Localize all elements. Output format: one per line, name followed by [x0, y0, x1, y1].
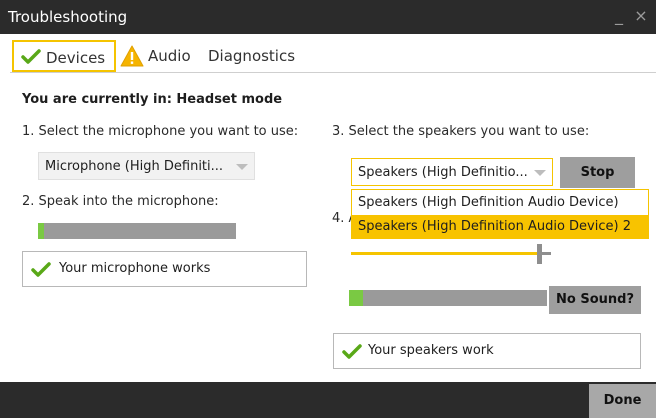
speakers-dropdown[interactable]: Speakers (High Definitio...: [351, 158, 553, 186]
chevron-down-icon: [534, 170, 546, 176]
speakers-option-2[interactable]: Speakers (High Definition Audio Device) …: [352, 215, 648, 239]
volume-slider-rest: [542, 252, 551, 255]
window-title: Troubleshooting: [8, 8, 128, 26]
tab-diagnostics-label: Diagnostics: [208, 47, 296, 65]
speakers-select-label: 3. Select the speakers you want to use:: [332, 124, 590, 139]
mic-status-box: Your microphone works: [22, 251, 307, 287]
microphone-dropdown-value: Microphone (High Definiti...: [45, 159, 224, 174]
minimize-button[interactable]: _: [608, 4, 630, 28]
check-icon: [31, 261, 51, 279]
speakers-option-1[interactable]: Speakers (High Definition Audio Device): [352, 191, 648, 215]
speakers-status-text: Your speakers work: [368, 343, 494, 358]
footer-bar: [0, 382, 656, 418]
warning-icon: [120, 45, 144, 67]
check-icon: [342, 343, 362, 361]
mic-status-text: Your microphone works: [59, 261, 211, 276]
speakers-dropdown-list: Speakers (High Definition Audio Device) …: [351, 189, 649, 239]
mic-select-label: 1. Select the microphone you want to use…: [22, 124, 299, 139]
mic-speak-label: 2. Speak into the microphone:: [22, 194, 219, 209]
speakers-level-fill: [349, 290, 363, 306]
tab-audio-label: Audio: [148, 47, 191, 65]
no-sound-button[interactable]: No Sound?: [549, 286, 641, 314]
tab-audio[interactable]: Audio: [120, 40, 206, 72]
tab-diagnostics[interactable]: Diagnostics: [208, 40, 304, 72]
speakers-volume-slider[interactable]: [351, 252, 537, 255]
chevron-down-icon: [236, 164, 248, 170]
mode-heading: You are currently in: Headset mode: [22, 92, 283, 107]
mic-level-fill: [38, 223, 44, 239]
done-button[interactable]: Done: [589, 384, 656, 418]
tab-devices[interactable]: Devices: [12, 40, 116, 72]
microphone-dropdown[interactable]: Microphone (High Definiti...: [38, 152, 255, 180]
close-button[interactable]: ×: [630, 4, 652, 28]
check-icon: [21, 48, 41, 66]
speakers-dropdown-value: Speakers (High Definitio...: [358, 165, 528, 180]
tab-devices-label: Devices: [46, 49, 106, 67]
speakers-status-box: Your speakers work: [333, 333, 641, 369]
mic-level-meter: [38, 223, 236, 239]
speakers-level-meter: [349, 290, 547, 306]
stop-button[interactable]: Stop: [560, 157, 635, 188]
